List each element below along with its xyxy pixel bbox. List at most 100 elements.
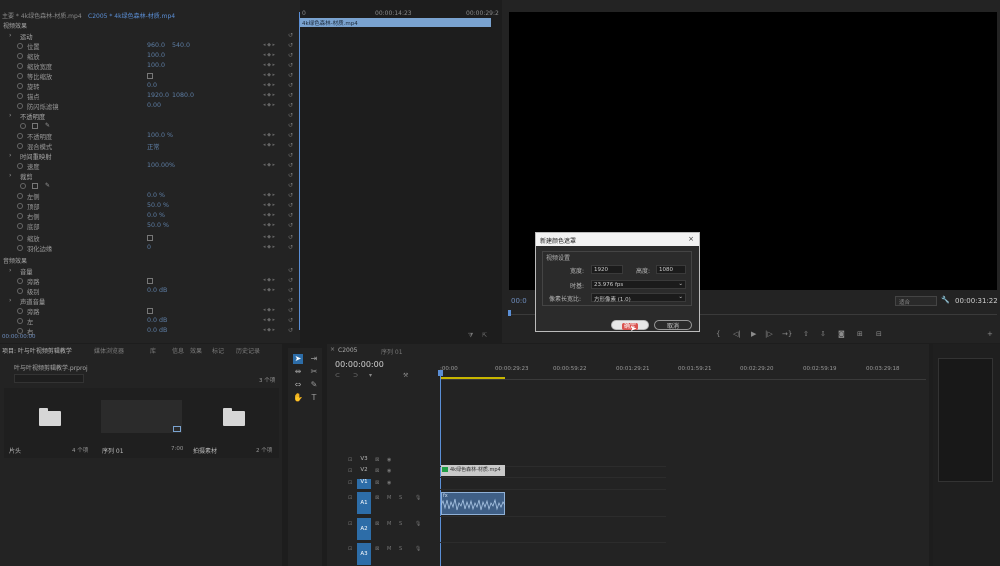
effect-row[interactable]: 顶部 50.0 % ◂ ◆ ▸ ↺ bbox=[0, 201, 297, 211]
wrench-icon[interactable]: 🔧 bbox=[941, 296, 950, 304]
height-field[interactable]: 1080 bbox=[656, 265, 686, 274]
project-item-name-2[interactable]: 拍摄素材 bbox=[193, 446, 217, 455]
keyframe-nav-icon[interactable]: ◂ ◆ ▸ bbox=[263, 327, 275, 333]
keyframe-nav-icon[interactable]: ◂ ◆ ▸ bbox=[263, 142, 275, 148]
reset-icon[interactable]: ↺ bbox=[288, 162, 293, 169]
stopwatch-icon[interactable] bbox=[17, 308, 23, 314]
checkbox[interactable] bbox=[147, 73, 153, 79]
go-to-out-icon[interactable]: →} bbox=[782, 330, 792, 338]
pen-mask-icon[interactable]: ✎ bbox=[45, 182, 50, 189]
program-timecode-left[interactable]: 00:0 bbox=[511, 297, 527, 305]
microphone-icon[interactable]: 🎙 bbox=[415, 521, 421, 527]
effect-row[interactable]: 混合模式 正常 ◂ ◆ ▸ ↺ bbox=[0, 141, 297, 151]
tab-timeline-other[interactable]: 序列 01 bbox=[381, 347, 403, 356]
keyframe-nav-icon[interactable]: ◂ ◆ ▸ bbox=[263, 132, 275, 138]
pen-mask-icon[interactable]: ✎ bbox=[45, 122, 50, 129]
hand-tool-icon[interactable]: ✋ bbox=[293, 393, 303, 403]
solo-icon[interactable]: S bbox=[399, 495, 402, 501]
lock-icon[interactable]: ⊠ bbox=[375, 480, 379, 486]
effect-row[interactable]: › 裁剪 ↺ bbox=[0, 171, 297, 181]
width-field[interactable]: 1920 bbox=[591, 265, 623, 274]
effect-row[interactable]: ✎ ↺ bbox=[0, 121, 297, 131]
toggle-sync-icon[interactable]: ⊡ bbox=[348, 457, 352, 463]
reset-icon[interactable]: ↺ bbox=[288, 112, 293, 119]
stopwatch-icon[interactable] bbox=[17, 163, 23, 169]
checkbox[interactable] bbox=[147, 278, 153, 284]
rectangle-mask-icon[interactable] bbox=[32, 123, 38, 129]
camera-icon[interactable]: ◙ bbox=[838, 330, 845, 338]
reset-icon[interactable]: ↺ bbox=[288, 317, 293, 324]
ellipse-mask-icon[interactable] bbox=[20, 183, 26, 189]
microphone-icon[interactable]: 🎙 bbox=[415, 495, 421, 501]
reset-icon[interactable]: ↺ bbox=[288, 172, 293, 179]
track-label[interactable]: A1 bbox=[357, 492, 371, 514]
expand-icon[interactable]: › bbox=[9, 152, 12, 159]
stopwatch-icon[interactable] bbox=[17, 43, 23, 49]
solo-icon[interactable]: S bbox=[399, 521, 402, 527]
reset-icon[interactable]: ↺ bbox=[288, 287, 293, 294]
folder-icon[interactable] bbox=[223, 408, 245, 426]
lock-icon[interactable]: ⊠ bbox=[375, 457, 379, 463]
project-tab[interactable]: 历史记录 bbox=[236, 346, 260, 356]
sequence-thumbnail[interactable] bbox=[101, 400, 182, 433]
property-value[interactable]: 0.0 dB bbox=[147, 327, 167, 334]
project-item-name-1[interactable]: 序列 01 bbox=[102, 446, 124, 455]
property-value[interactable]: 0.00 bbox=[147, 102, 161, 109]
toggle-sync-icon[interactable]: ⊡ bbox=[348, 495, 352, 501]
expand-icon[interactable]: › bbox=[9, 32, 12, 39]
reset-icon[interactable]: ↺ bbox=[288, 297, 293, 304]
stopwatch-icon[interactable] bbox=[17, 203, 23, 209]
track-select-icon[interactable]: ⇥ bbox=[309, 354, 319, 364]
track-label[interactable]: V1 bbox=[357, 479, 371, 489]
toggle-sync-icon[interactable]: ⊡ bbox=[348, 521, 352, 527]
program-fit-dropdown[interactable]: 适合 bbox=[895, 296, 937, 306]
video-track-header[interactable]: ⊡ V2 ⊠ ◉ bbox=[345, 467, 435, 477]
pen-tool-icon[interactable]: ✎ bbox=[309, 380, 319, 390]
reset-icon[interactable]: ↺ bbox=[288, 82, 293, 89]
audio-track-header[interactable]: ⊡ A2 ⊠ M S 🎙 bbox=[345, 518, 435, 540]
stopwatch-icon[interactable] bbox=[17, 223, 23, 229]
keyframe-nav-icon[interactable]: ◂ ◆ ▸ bbox=[263, 72, 275, 78]
dialog-close-icon[interactable]: × bbox=[688, 235, 694, 243]
effect-row[interactable]: 不透明度 100.0 % ◂ ◆ ▸ ↺ bbox=[0, 131, 297, 141]
add-button-icon[interactable]: + bbox=[987, 330, 993, 338]
lock-icon[interactable]: ⊠ bbox=[375, 521, 379, 527]
reset-icon[interactable]: ↺ bbox=[288, 192, 293, 199]
track-label[interactable]: V2 bbox=[357, 467, 371, 477]
property-value[interactable]: 1920.0 bbox=[147, 92, 169, 99]
mute-icon[interactable]: M bbox=[387, 521, 391, 527]
stopwatch-icon[interactable] bbox=[17, 73, 23, 79]
project-tab[interactable]: 库 bbox=[150, 346, 156, 356]
stopwatch-icon[interactable] bbox=[17, 63, 23, 69]
expand-icon[interactable]: › bbox=[9, 112, 12, 119]
property-value[interactable]: 0.0 % bbox=[147, 192, 165, 199]
effect-row[interactable]: › 声道音量 ↺ bbox=[0, 296, 297, 306]
property-value[interactable]: 100.0 bbox=[147, 62, 165, 69]
keyframe-nav-icon[interactable]: ◂ ◆ ▸ bbox=[263, 244, 275, 250]
keyframe-nav-icon[interactable]: ◂ ◆ ▸ bbox=[263, 42, 275, 48]
insert-icon[interactable]: ⊞ bbox=[857, 330, 863, 338]
effect-row[interactable]: 锚点 1920.0 1080.0 ◂ ◆ ▸ ↺ bbox=[0, 91, 297, 101]
property-value-2[interactable]: 540.0 bbox=[172, 42, 190, 49]
project-search-input[interactable] bbox=[14, 374, 84, 383]
property-value[interactable]: 50.0 % bbox=[147, 202, 169, 209]
stopwatch-icon[interactable] bbox=[17, 245, 23, 251]
video-track-header[interactable]: ⊡ V3 ⊠ ◉ bbox=[345, 456, 435, 466]
expand-icon[interactable]: › bbox=[9, 172, 12, 179]
timeline-close-icon[interactable]: × bbox=[330, 346, 335, 353]
play-icon[interactable]: ▶ bbox=[751, 330, 756, 338]
marker-icon[interactable]: ▾ bbox=[369, 372, 372, 379]
effect-row[interactable]: 位置 960.0 540.0 ◂ ◆ ▸ ↺ bbox=[0, 41, 297, 51]
ripple-edit-icon[interactable]: ⇹ bbox=[293, 367, 303, 377]
keyframe-nav-icon[interactable]: ◂ ◆ ▸ bbox=[263, 102, 275, 108]
effect-row[interactable]: 级别 0.0 dB ◂ ◆ ▸ ↺ bbox=[0, 286, 297, 296]
stopwatch-icon[interactable] bbox=[17, 93, 23, 99]
reset-icon[interactable]: ↺ bbox=[288, 132, 293, 139]
property-value[interactable]: 0.0 dB bbox=[147, 287, 167, 294]
playhead-handle[interactable] bbox=[438, 370, 443, 376]
lock-icon[interactable]: ⊠ bbox=[375, 546, 379, 552]
project-tab[interactable]: 媒体浏览器 bbox=[94, 346, 124, 356]
eye-icon[interactable]: ◉ bbox=[387, 480, 391, 486]
slip-tool-icon[interactable]: ⇔ bbox=[293, 380, 303, 390]
toggle-sync-icon[interactable]: ⊡ bbox=[348, 546, 352, 552]
